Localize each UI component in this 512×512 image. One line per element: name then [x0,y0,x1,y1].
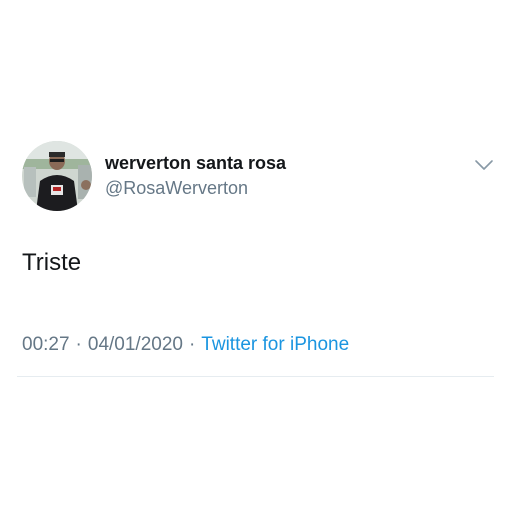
page: werverton santa rosa @RosaWerverton Tris… [0,0,512,512]
avatar[interactable] [22,141,92,211]
tweet-author: werverton santa rosa @RosaWerverton [105,152,286,199]
meta-separator: · [75,334,82,355]
tweet-source-link[interactable]: Twitter for iPhone [201,334,349,355]
tweet-card: werverton santa rosa @RosaWerverton Tris… [0,0,512,512]
tweet-date[interactable]: 04/01/2020 [88,334,183,355]
meta-separator: · [188,334,196,355]
avatar-photo [22,141,92,211]
author-display-name[interactable]: werverton santa rosa [105,152,286,174]
tweet-time[interactable]: 00:27 [22,334,70,355]
tweet-meta: 00:27 · 04/01/2020 · Twitter for iPhone [22,333,349,357]
chevron-down-icon[interactable] [474,157,494,173]
author-handle[interactable]: @RosaWerverton [105,177,286,199]
tweet-text: Triste [22,249,82,276]
divider [17,376,494,377]
